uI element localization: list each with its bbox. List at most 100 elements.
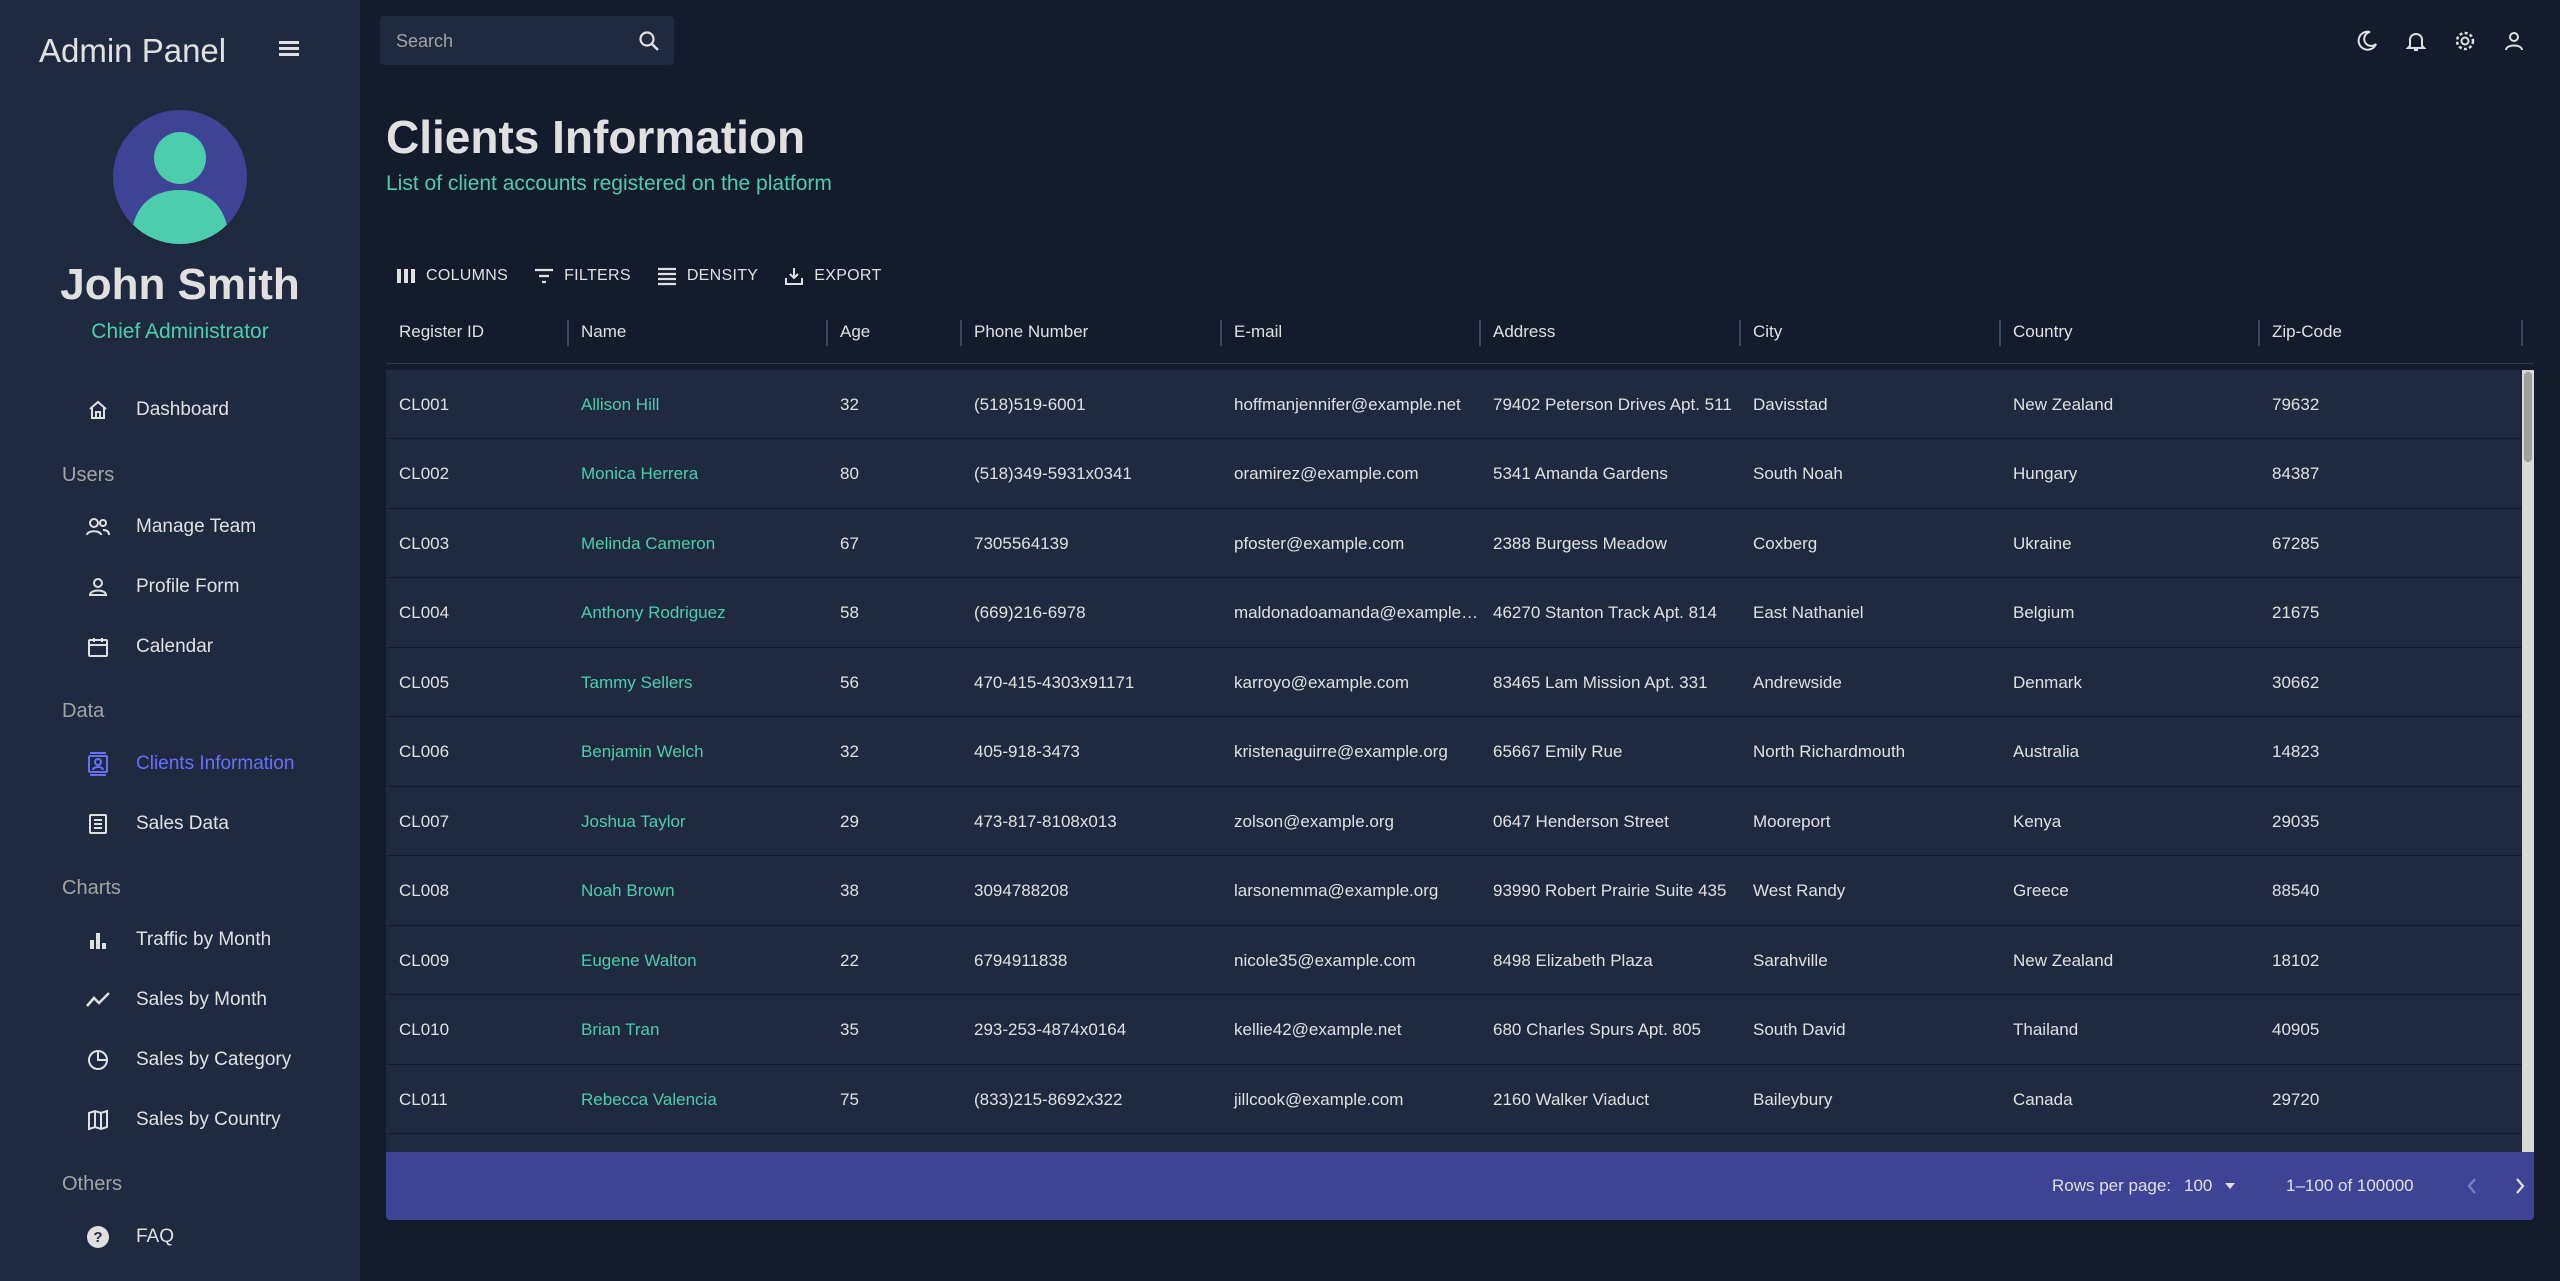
svg-text:?: ? [93,1229,102,1246]
table-row[interactable]: CL002 Monica Herrera 80 (518)349-5931x0341 o… [386,440,2522,509]
cell-zip-code: 30662 [2272,672,2320,692]
table-row[interactable]: CL008 Noah Brown 38 3094788208 larsonemma@ex… [386,857,2522,926]
cell-city: Coxberg [1753,533,1818,553]
cell-phone: 405-918-3473 [974,742,1080,761]
cell-email: maldonadoamanda@example… [1234,603,1479,622]
grid-body: CL001 Allison Hill 32 (518)519-6001 hoffmanj… [386,370,2522,1152]
density-label: DENSITY [686,267,759,284]
cell-zip-code: 29720 [2272,1089,2320,1109]
sidebar-item-label: Sales by Category [136,1049,292,1070]
cell-phone: 6794911838 [974,950,1068,970]
sidebar-item-sales-data[interactable]: Sales Data [84,804,229,844]
rows-per-page-select[interactable]: 100 [2184,1170,2236,1202]
profile-icon[interactable] [2497,24,2531,58]
cell-register-id: CL002 [399,464,450,483]
sidebar-item-sales-by-month[interactable]: Sales by Month [84,980,267,1020]
column-header-address[interactable]: Address [1480,300,1740,364]
column-header-city[interactable]: City [1740,300,2000,364]
sidebar-item-faq[interactable]: ? FAQ [84,1217,174,1257]
column-header-age[interactable]: Age [827,300,961,364]
cell-phone: 7305564139 [974,533,1069,553]
table-row[interactable]: CL003 Melinda Cameron 67 7305564139 pfoster@… [386,509,2522,578]
dark-mode-icon[interactable] [2350,24,2384,58]
search-icon[interactable] [634,26,664,56]
search-input[interactable] [396,28,616,54]
table-row[interactable]: CL010 Brian Tran 35 293-253-4874x0164 kellie… [386,996,2522,1065]
cell-phone: (518)519-6001 [974,394,1086,414]
cell-name: Brian Tran [581,1020,660,1039]
chevron-left-icon[interactable] [2456,1170,2488,1202]
table-row[interactable]: CL005 Tammy Sellers 56 470-415-4303x91171 ka… [386,648,2522,717]
export-button[interactable]: EXPORT [782,264,881,288]
section-data: Data [62,700,105,722]
cell-address: 2388 Burgess Meadow [1493,533,1667,553]
cell-email: oramirez@example.com [1234,464,1419,483]
cell-age: 35 [840,1020,859,1039]
cell-city: Davisstad [1753,394,1828,414]
contacts-icon [84,750,112,778]
cell-age: 80 [840,464,859,483]
cell-address: 83465 Lam Mission Apt. 331 [1493,672,1708,692]
download-icon [782,264,806,288]
cell-country: Thailand [2013,1020,2079,1039]
cell-zip-code: 79632 [2272,394,2320,414]
column-separator[interactable] [2521,320,2523,346]
cell-city: South David [1753,1020,1846,1039]
cell-zip-code: 67285 [2272,533,2320,553]
column-header-phone[interactable]: Phone Number [961,300,1221,364]
table-row[interactable]: CL004 Anthony Rodriguez 58 (669)216-6978 mal… [386,579,2522,648]
table-row[interactable]: CL007 Joshua Taylor 29 473-817-8108x013 zols… [386,787,2522,856]
cell-register-id: CL004 [399,603,450,622]
cell-city: Baileybury [1753,1089,1833,1109]
cell-zip-code: 14823 [2272,742,2320,761]
column-header-zip-code[interactable]: Zip-Code [2259,300,2522,364]
cell-age: 29 [840,811,859,831]
settings-icon[interactable] [2448,24,2482,58]
sidebar-item-profile-form[interactable]: Profile Form [84,567,239,607]
cell-phone: 470-415-4303x91171 [974,672,1135,692]
scroll-thumb[interactable] [2524,372,2532,462]
table-row[interactable]: CL001 Allison Hill 32 (518)519-6001 hoffmanj… [386,370,2522,439]
density-icon [655,264,679,288]
sidebar-item-manage-team[interactable]: Manage Team [84,507,256,547]
cell-age: 67 [840,533,859,553]
chevron-right-icon[interactable] [2504,1170,2536,1202]
notifications-icon[interactable] [2399,24,2433,58]
cell-phone: (518)349-5931x0341 [974,464,1132,483]
column-header-register-id[interactable]: Register ID [386,300,568,364]
sidebar-item-clients-information[interactable]: Clients Information [84,744,294,784]
team-icon [84,513,112,541]
column-header-name[interactable]: Name [568,300,827,364]
section-others: Others [62,1173,123,1195]
sidebar-item-sales-by-country[interactable]: Sales by Country [84,1100,281,1140]
cell-address: 8498 Elizabeth Plaza [1493,950,1653,970]
sidebar-item-calendar[interactable]: Calendar [84,627,213,667]
table-row[interactable]: CL009 Eugene Walton 22 6794911838 nicole35@e… [386,926,2522,995]
line-chart-icon [84,986,112,1014]
cell-zip-code: 29035 [2272,811,2320,831]
cell-country: New Zealand [2013,950,2114,970]
menu-icon[interactable] [274,38,304,66]
density-button[interactable]: DENSITY [655,264,758,288]
column-header-country[interactable]: Country [2000,300,2259,364]
sidebar-item-dashboard[interactable]: Dashboard [84,390,229,430]
columns-button[interactable]: COLUMNS [394,264,508,288]
section-charts: Charts [62,877,121,899]
column-header-email[interactable]: E-mail [1221,300,1480,364]
cell-name: Anthony Rodriguez [581,603,726,622]
cell-country: Belgium [2013,603,2075,622]
sidebar-item-sales-by-category[interactable]: Sales by Category [84,1040,291,1080]
cell-name: Rebecca Valencia [581,1089,717,1109]
cell-address: 79402 Peterson Drives Apt. 511 [1493,394,1732,414]
vertical-scrollbar[interactable] [2522,370,2534,1152]
cell-zip-code: 88540 [2272,881,2320,900]
search-box [380,16,674,65]
cell-register-id: CL011 [399,1089,448,1109]
cell-register-id: CL003 [399,533,450,553]
table-row[interactable]: CL006 Benjamin Welch 32 405-918-3473 kristen… [386,718,2522,787]
sidebar-item-traffic-by-month[interactable]: Traffic by Month [84,920,271,960]
filters-button[interactable]: FILTERS [532,264,631,288]
cell-register-id: CL007 [399,811,450,831]
cell-phone: 473-817-8108x013 [974,811,1117,831]
table-row[interactable]: CL011 Rebecca Valencia 75 (833)215-8692x322… [386,1065,2522,1134]
